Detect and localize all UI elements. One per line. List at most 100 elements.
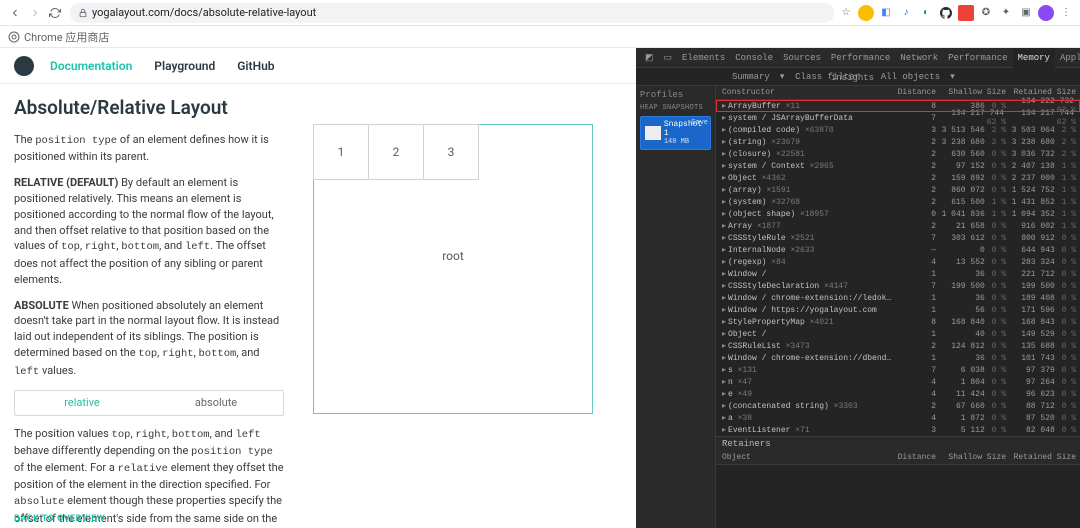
memory-row[interactable]: ▸a ×3841 872 0 %87 520 0 %	[716, 412, 1080, 424]
col-shallow[interactable]: Shallow Size	[940, 88, 1010, 97]
devtools-device-icon[interactable]: ▭	[659, 48, 678, 68]
ext-icon-5[interactable]	[958, 5, 974, 21]
memory-row[interactable]: ▸(closure) ×225812630 560 0 %3 036 732 2…	[716, 148, 1080, 160]
col-distance[interactable]: Distance	[894, 88, 940, 97]
memory-row[interactable]: ▸Object ×43622159 892 0 %2 237 000 1 %	[716, 172, 1080, 184]
relative-paragraph: RELATIVE (DEFAULT) By default an element…	[14, 175, 284, 288]
toggle-absolute[interactable]: absolute	[149, 391, 283, 415]
memory-row[interactable]: ▸CSSStyleRule ×25217303 612 0 %800 912 0…	[716, 232, 1080, 244]
memory-row[interactable]: ▸e ×49411 424 0 %96 623 0 %	[716, 388, 1080, 400]
forward-button[interactable]	[26, 4, 44, 22]
memory-row[interactable]: ▸(regexp) ×84413 552 0 %283 324 0 %	[716, 256, 1080, 268]
heap-snapshots-label: HEAP SNAPSHOTS	[640, 104, 711, 112]
back-to-overview[interactable]: BACK TO OVERVIEW	[14, 514, 105, 524]
memory-row[interactable]: ▸system / Context ×2965297 152 0 %2 407 …	[716, 160, 1080, 172]
retainers-col-retained[interactable]: Retained Size	[1010, 453, 1080, 462]
tab-sources[interactable]: Sources	[778, 48, 826, 68]
nav-playground[interactable]: Playground	[154, 59, 215, 73]
bookmarks-bar: Chrome 应用商店	[0, 26, 1080, 48]
ext-icon-2[interactable]: ◧	[878, 5, 894, 21]
menu-icon[interactable]: ⋮	[1058, 5, 1074, 21]
back-button[interactable]	[6, 4, 24, 22]
memory-row[interactable]: ▸(compiled code) ×6387033 513 546 2 %3 5…	[716, 124, 1080, 136]
retainers-col-distance[interactable]: Distance	[894, 453, 940, 462]
ext-icon-4[interactable]: ◐	[918, 5, 934, 21]
tab-network[interactable]: Network	[895, 48, 943, 68]
lock-icon	[78, 8, 88, 18]
profiles-label: Profiles	[640, 90, 711, 100]
tab-console[interactable]: Console	[730, 48, 778, 68]
memory-row[interactable]: ▸Window / 136 0 %221 712 0 %	[716, 268, 1080, 280]
ext-icon-6[interactable]: ✪	[978, 5, 994, 21]
site-logo[interactable]	[14, 56, 34, 76]
snapshot-thumb	[645, 126, 661, 140]
page-title: Absolute/Relative Layout	[14, 94, 284, 122]
tab-performance[interactable]: Performance	[943, 48, 1012, 68]
reload-button[interactable]	[46, 4, 64, 22]
memory-row[interactable]: ▸(array) ×15912860 072 0 %1 524 752 1 %	[716, 184, 1080, 196]
demo-child-1[interactable]: 1	[313, 124, 369, 180]
address-bar[interactable]: yogalayout.com/docs/absolute-relative-la…	[70, 3, 834, 23]
memory-row[interactable]: ▸(system) ×327682615 500 1 %1 431 852 1 …	[716, 196, 1080, 208]
devtools-panel: ◩ ▭ Elements Console Sources Performance…	[636, 48, 1080, 528]
tab-memory[interactable]: Memory	[1013, 48, 1055, 68]
nav-github[interactable]: GitHub	[237, 59, 274, 73]
retainers-col-shallow[interactable]: Shallow Size	[940, 453, 1010, 462]
devtools-inspect-icon[interactable]: ◩	[640, 48, 659, 68]
memory-row[interactable]: ▸(concatenated string) ×3303267 660 0 %8…	[716, 400, 1080, 412]
tab-perf-insights[interactable]: Performance insights	[826, 48, 895, 68]
chrome-toolbar: yogalayout.com/docs/absolute-relative-la…	[0, 0, 1080, 26]
memory-row[interactable]: ▸n ×4741 804 0 %97 264 0 %	[716, 376, 1080, 388]
memory-row[interactable]: ▸EventListener ×7135 112 0 %82 048 0 %	[716, 424, 1080, 436]
demo-root[interactable]: 1 2 3 root	[313, 124, 593, 414]
memory-row[interactable]: ▸Window / chrome-extension://ledokdondff…	[716, 292, 1080, 304]
tab-application[interactable]: Application	[1055, 48, 1080, 68]
demo-root-label: root	[442, 249, 464, 263]
profile-avatar[interactable]	[1038, 5, 1054, 21]
memory-row[interactable]: ▸s ×13176 038 0 %97 379 0 %	[716, 364, 1080, 376]
memory-sidebar: Profiles HEAP SNAPSHOTS Snapshot 1 140 M…	[636, 86, 716, 528]
all-objects-dropdown[interactable]: All objects	[881, 72, 940, 82]
memory-row[interactable]: ▸InternalNode ×2633—0 0 %644 943 0 %	[716, 244, 1080, 256]
class-filter-input[interactable]: Class filter	[795, 72, 860, 82]
chrome-icon	[8, 31, 20, 43]
ext-icon-1[interactable]	[858, 5, 874, 21]
memory-row[interactable]: ▸Array ×1877221 658 0 %916 002 1 %	[716, 220, 1080, 232]
tab-elements[interactable]: Elements	[677, 48, 730, 68]
snapshot-size: 140 MB	[664, 138, 706, 146]
url-text: yogalayout.com/docs/absolute-relative-la…	[92, 6, 316, 19]
demo-child-2[interactable]: 2	[368, 124, 424, 180]
memory-row[interactable]: ▸StylePropertyMap ×40218168 840 0 %168 8…	[716, 316, 1080, 328]
retainers-col-object[interactable]: Object	[722, 453, 894, 462]
memory-row[interactable]: ▸CSSStyleDeclaration ×41477199 500 0 %19…	[716, 280, 1080, 292]
retainers-header: Object Distance Shallow Size Retained Si…	[716, 451, 1080, 465]
nav-documentation[interactable]: Documentation	[50, 59, 132, 73]
github-icon[interactable]	[938, 5, 954, 21]
memory-row[interactable]: ▸Window / https://yogalayout.com 156 0 %…	[716, 304, 1080, 316]
snapshot-save[interactable]: Save	[691, 119, 708, 127]
retainers-panel: Retainers Object Distance Shallow Size R…	[716, 436, 1080, 465]
position-values-paragraph: The position values top, right, bottom, …	[14, 426, 284, 528]
summary-dropdown[interactable]: Summary	[732, 72, 770, 82]
memory-row[interactable]: ▸(object shape) ×1895701 041 836 1 %1 09…	[716, 208, 1080, 220]
demo-child-3[interactable]: 3	[423, 124, 479, 180]
page-content: Documentation Playground GitHub Absolute…	[0, 48, 636, 528]
site-header: Documentation Playground GitHub	[0, 48, 636, 84]
ext-icon-3[interactable]: ♪	[898, 5, 914, 21]
snapshot-item[interactable]: Snapshot 1 140 MB Save	[640, 116, 711, 150]
memory-row[interactable]: ▸system / JSArrayBufferData 7134 217 744…	[716, 112, 1080, 124]
bookmark-item[interactable]: Chrome 应用商店	[24, 29, 109, 45]
col-retained[interactable]: Retained Size	[1010, 88, 1080, 97]
memory-row[interactable]: ▸Window / chrome-extension://dbendgagfma…	[716, 352, 1080, 364]
puzzle-icon[interactable]: ▣	[1018, 5, 1034, 21]
toggle-relative[interactable]: relative	[15, 391, 149, 415]
memory-row[interactable]: ▸(string) ×2367923 238 680 2 %3 238 680 …	[716, 136, 1080, 148]
extensions-icon[interactable]: ✦	[998, 5, 1014, 21]
memory-row[interactable]: ▸Object / 140 0 %149 529 0 %	[716, 328, 1080, 340]
doc-text: Absolute/Relative Layout The position ty…	[14, 94, 284, 528]
extension-icons: ☆ ◧ ♪ ◐ ✪ ✦ ▣ ⋮	[838, 5, 1074, 21]
col-constructor[interactable]: Constructor	[722, 88, 894, 97]
memory-row[interactable]: ▸CSSRuleList ×34732124 812 0 %135 688 0 …	[716, 340, 1080, 352]
position-toggle: relative absolute	[14, 390, 284, 416]
star-icon[interactable]: ☆	[838, 5, 854, 21]
